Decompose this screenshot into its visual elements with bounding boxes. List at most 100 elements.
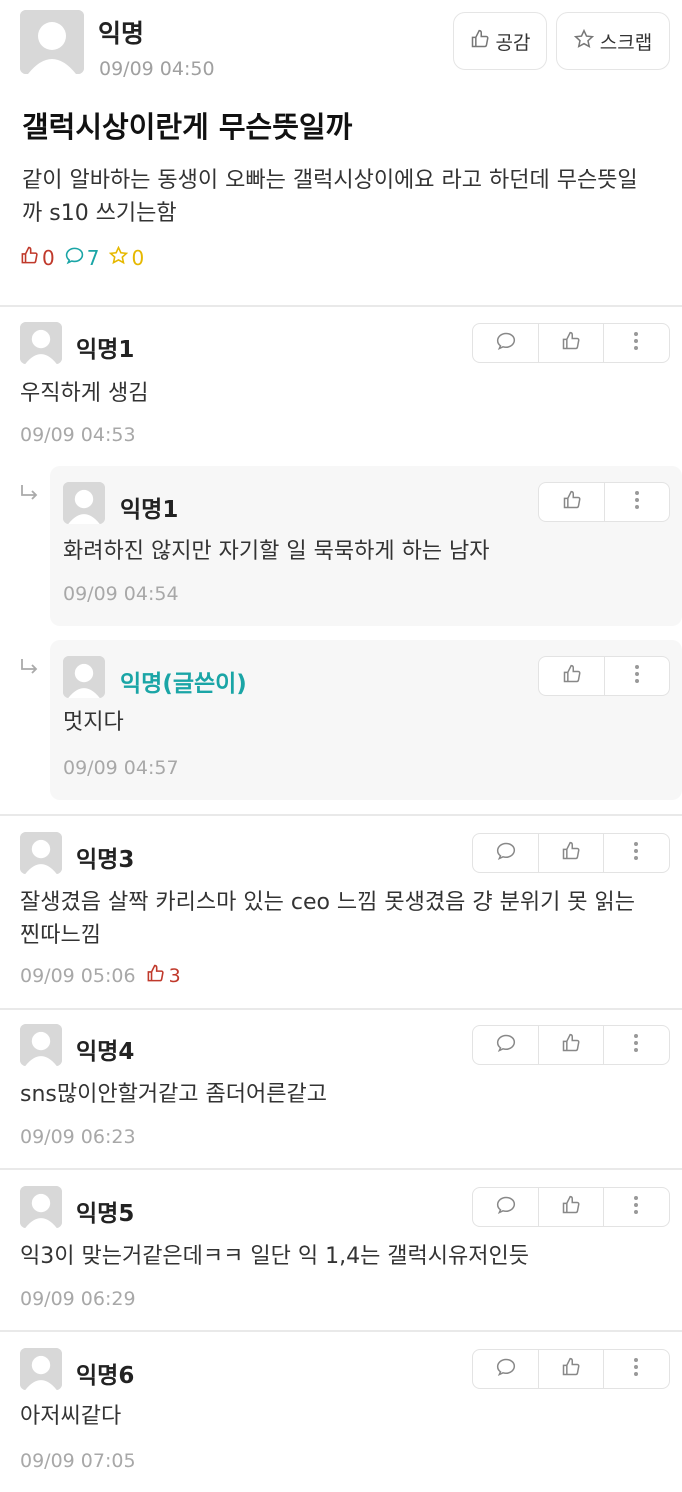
- like-count: 0: [20, 246, 55, 270]
- comment-icon: [496, 1357, 516, 1381]
- scrap-count: 0: [109, 245, 144, 270]
- comment-actions: [472, 1349, 670, 1389]
- thumbs-up-icon: [561, 841, 581, 865]
- comment-text: 익3이 맞는거같은데ㅋㅋ 일단 익 1,4는 갤럭시유저인듯: [20, 1244, 529, 1269]
- avatar: [20, 1348, 62, 1390]
- like-button[interactable]: [538, 1350, 603, 1388]
- thumbs-up-icon: [146, 964, 165, 988]
- comment-icon: [496, 331, 516, 355]
- reply-time: 09/09 04:57: [63, 757, 179, 779]
- more-button[interactable]: [603, 834, 668, 872]
- reply-button[interactable]: [473, 1350, 538, 1388]
- like-button[interactable]: [539, 483, 604, 521]
- comment-time: 09/09 04:53: [20, 424, 136, 446]
- avatar: [20, 1024, 62, 1066]
- divider: [0, 1330, 682, 1332]
- post-title: 갤럭시상이란게 무슨뜻일까: [22, 110, 353, 144]
- more-button[interactable]: [603, 1026, 668, 1064]
- more-icon: [633, 1195, 639, 1219]
- divider: [0, 1168, 682, 1170]
- more-button[interactable]: [604, 483, 669, 521]
- comment-actions: [472, 1187, 670, 1227]
- thumbs-up-icon: [561, 1357, 581, 1381]
- comment-text: 아저씨같다: [20, 1404, 122, 1429]
- reply-author-writer: 익명(글쓴이): [120, 671, 247, 697]
- thumbs-up-icon: [561, 331, 581, 355]
- empathy-button[interactable]: 공감: [453, 12, 547, 70]
- more-button[interactable]: [604, 657, 669, 695]
- more-button[interactable]: [603, 324, 668, 362]
- reply-button[interactable]: [473, 1026, 538, 1064]
- comment-text: sns많이안할거같고 좀더어른같고: [20, 1082, 327, 1107]
- more-icon: [633, 331, 639, 355]
- comment-actions: [472, 323, 670, 363]
- post-body: 같이 알바하는 동생이 오빠는 갤럭시상이에요 라고 하던데 무슨뜻일까 s10…: [22, 168, 638, 226]
- avatar: [20, 1186, 62, 1228]
- thumbs-up-icon: [562, 490, 582, 514]
- reply: 익명(글쓴이) 멋지다 09/09 04:57: [50, 640, 682, 800]
- reply-author: 익명1: [120, 497, 179, 523]
- like-button[interactable]: [538, 834, 603, 872]
- avatar: [20, 10, 84, 74]
- vote-count: 3: [146, 964, 181, 988]
- like-button[interactable]: [538, 324, 603, 362]
- like-button[interactable]: [538, 1188, 603, 1226]
- comment-actions: [472, 833, 670, 873]
- divider: [0, 814, 682, 816]
- reply-button[interactable]: [473, 834, 538, 872]
- post-author: 익명: [98, 19, 145, 48]
- empathy-label: 공감: [495, 31, 531, 54]
- thumbs-up-icon: [561, 1195, 581, 1219]
- like-button[interactable]: [538, 1026, 603, 1064]
- comment-icon: [496, 841, 516, 865]
- more-icon: [633, 1357, 639, 1381]
- star-icon: [109, 245, 129, 270]
- more-icon: [633, 1033, 639, 1057]
- divider: [0, 305, 682, 307]
- comment-time: 09/09 06:29: [20, 1288, 136, 1310]
- comment-author: 익명5: [76, 1201, 135, 1227]
- scrap-button[interactable]: 스크랩: [556, 12, 670, 70]
- comment-time: 09/09 06:23: [20, 1126, 136, 1148]
- star-icon: [573, 28, 594, 54]
- thumbs-up-icon: [470, 29, 490, 54]
- divider: [0, 1008, 682, 1010]
- comment-icon: [496, 1195, 516, 1219]
- avatar: [20, 322, 62, 364]
- post-time: 09/09 04:50: [99, 58, 215, 80]
- comment-author: 익명4: [76, 1039, 135, 1065]
- comment-icon: [65, 246, 84, 270]
- avatar: [63, 656, 105, 698]
- comment-count: 7: [65, 246, 99, 270]
- reply-actions: [538, 656, 670, 696]
- like-button[interactable]: [539, 657, 604, 695]
- more-icon: [634, 490, 640, 514]
- thumbs-up-icon: [20, 246, 39, 270]
- more-icon: [633, 841, 639, 865]
- reply: 익명1 화려하진 않지만 자기할 일 묵묵하게 하는 남자 09/09 04:5…: [50, 466, 682, 626]
- reply-button[interactable]: [473, 324, 538, 362]
- reply-button[interactable]: [473, 1188, 538, 1226]
- post-header: 익명 09/09 04:50 공감 스크랩 갤럭시상이란게 무슨뜻일까 같이 알…: [0, 0, 682, 300]
- more-button[interactable]: [603, 1350, 668, 1388]
- comment-author: 익명1: [76, 337, 135, 363]
- thumbs-up-icon: [562, 664, 582, 688]
- reply-arrow-icon: [20, 484, 40, 506]
- post-stats: 0 7 0: [20, 245, 144, 270]
- avatar: [63, 482, 105, 524]
- reply-arrow-icon: [20, 658, 40, 680]
- comment-time: 09/09 05:06 3: [20, 964, 181, 988]
- comment-author: 익명3: [76, 847, 135, 873]
- reply-text: 화려하진 않지만 자기할 일 묵묵하게 하는 남자: [63, 539, 490, 564]
- reply-time: 09/09 04:54: [63, 583, 179, 605]
- thumbs-up-icon: [561, 1033, 581, 1057]
- comment-time: 09/09 07:05: [20, 1450, 136, 1472]
- comment-text: 잘생겼음 살짝 카리스마 있는 ceo 느낌 못생겼음 걍 분위기 못 읽는 찐…: [20, 890, 636, 948]
- comment-icon: [496, 1033, 516, 1057]
- more-button[interactable]: [603, 1188, 668, 1226]
- comment-actions: [472, 1025, 670, 1065]
- reply-text: 멋지다: [63, 710, 124, 735]
- reply-actions: [538, 482, 670, 522]
- avatar: [20, 832, 62, 874]
- comment-author: 익명6: [76, 1363, 135, 1389]
